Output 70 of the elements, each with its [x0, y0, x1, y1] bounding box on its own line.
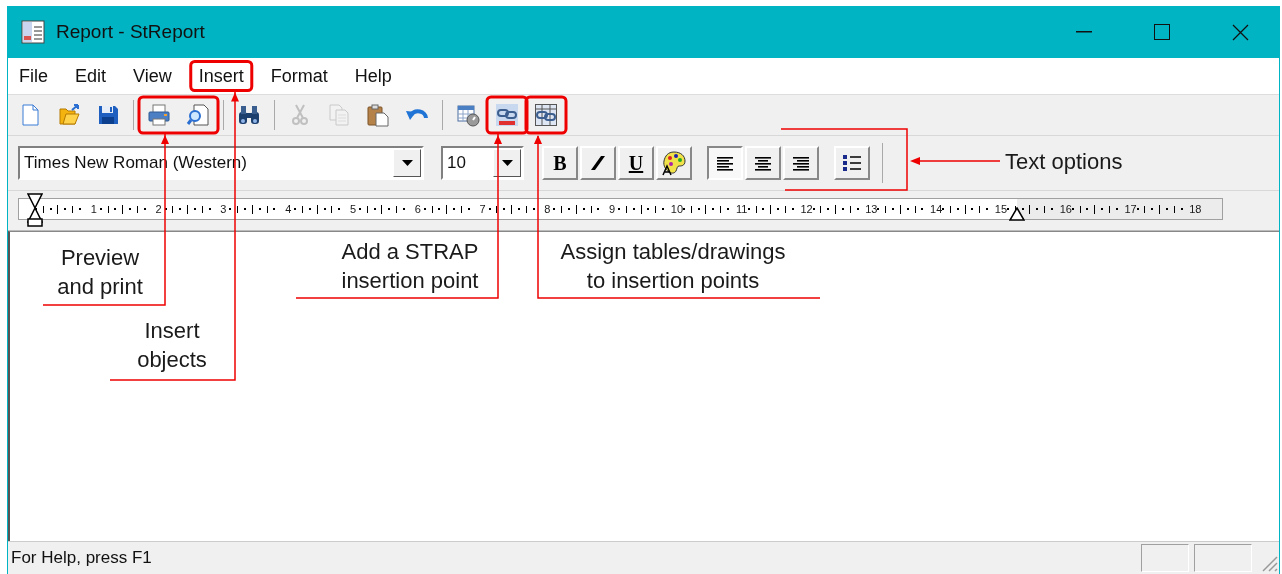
ruler-number: 8: [543, 203, 552, 215]
ruler-number: 6: [413, 203, 422, 215]
ruler-number: 1: [89, 203, 98, 215]
palette-icon: [661, 150, 687, 176]
ruler-number: 12: [799, 203, 814, 215]
ruler-number: 9: [608, 203, 617, 215]
status-panel: [1141, 544, 1189, 572]
status-panel: [1194, 544, 1252, 572]
font-size-dropdown[interactable]: 10: [441, 146, 524, 180]
ruler-number: 11: [735, 203, 749, 215]
close-icon: [1231, 23, 1249, 41]
callout-text: Add a STRAP insertion point: [341, 239, 479, 293]
folder-icon: [57, 103, 81, 127]
copy-icon: [327, 103, 351, 127]
ruler-number: 17: [1123, 203, 1138, 215]
menu-item[interactable]: Edit: [69, 62, 113, 90]
dropdown-arrow-icon: [501, 160, 513, 166]
print-preview-icon: [186, 103, 210, 127]
minimize-icon: [1076, 31, 1092, 33]
right-indent-marker[interactable]: [1009, 207, 1025, 221]
printer-icon: [147, 103, 171, 127]
align-left-button[interactable]: [707, 146, 743, 180]
dropdown-button[interactable]: [393, 149, 421, 177]
left-indent-marker[interactable]: [27, 193, 43, 227]
ruler-number: 7: [478, 203, 487, 215]
align-center-icon: [755, 155, 771, 171]
ruler-number: 2: [154, 203, 163, 215]
chain-link-icon: [495, 103, 519, 127]
callout-text: Insert objects: [137, 318, 207, 372]
dropdown-arrow-icon: [401, 160, 413, 166]
ruler-number: 10: [669, 203, 684, 215]
italic-button[interactable]: [580, 146, 616, 180]
align-center-button[interactable]: [745, 146, 781, 180]
maximize-icon: [1154, 24, 1170, 40]
menu-item[interactable]: Insert: [192, 62, 250, 90]
ruler-number: 13: [864, 203, 879, 215]
menu-item[interactable]: Format: [264, 62, 334, 90]
callout-text: Text options: [1005, 149, 1123, 174]
align-left-icon: [717, 155, 733, 171]
clipboard-icon: [366, 103, 390, 127]
table-clock-icon: [456, 103, 480, 127]
ruler-number: 5: [348, 203, 358, 215]
highlight-box: [189, 60, 254, 92]
highlight-box: [485, 95, 529, 135]
menu-item[interactable]: Help: [348, 62, 398, 90]
dropdown-button[interactable]: [493, 149, 521, 177]
highlight-box: [524, 95, 568, 135]
ruler-number: 14: [929, 203, 944, 215]
underline-button[interactable]: U: [618, 146, 654, 180]
ruler-number: 4: [284, 203, 293, 215]
window-title: Report - StReport: [56, 21, 205, 43]
table-link-icon: [534, 103, 558, 127]
bullet-list-icon: [843, 154, 861, 172]
bullet-list-button[interactable]: [834, 146, 870, 180]
menu-item[interactable]: View: [127, 62, 178, 90]
menu-item[interactable]: File: [13, 62, 54, 90]
ruler-number: 18: [1188, 203, 1203, 215]
callout-text: Assign tables/drawings to insertion points: [560, 239, 786, 293]
binoculars-icon: [237, 103, 261, 127]
ruler-number: 3: [219, 203, 228, 215]
status-text: For Help, press F1: [11, 548, 153, 568]
ruler-number: 16: [1058, 203, 1073, 215]
ruler-number: 15: [993, 203, 1008, 215]
callout-text: Preview and print: [57, 245, 143, 299]
align-right-icon: [793, 155, 809, 171]
bold-button[interactable]: B: [542, 146, 578, 180]
italic-icon: [590, 155, 606, 171]
app-icon: [20, 19, 46, 45]
align-right-button[interactable]: [783, 146, 819, 180]
color-button[interactable]: [656, 146, 692, 180]
